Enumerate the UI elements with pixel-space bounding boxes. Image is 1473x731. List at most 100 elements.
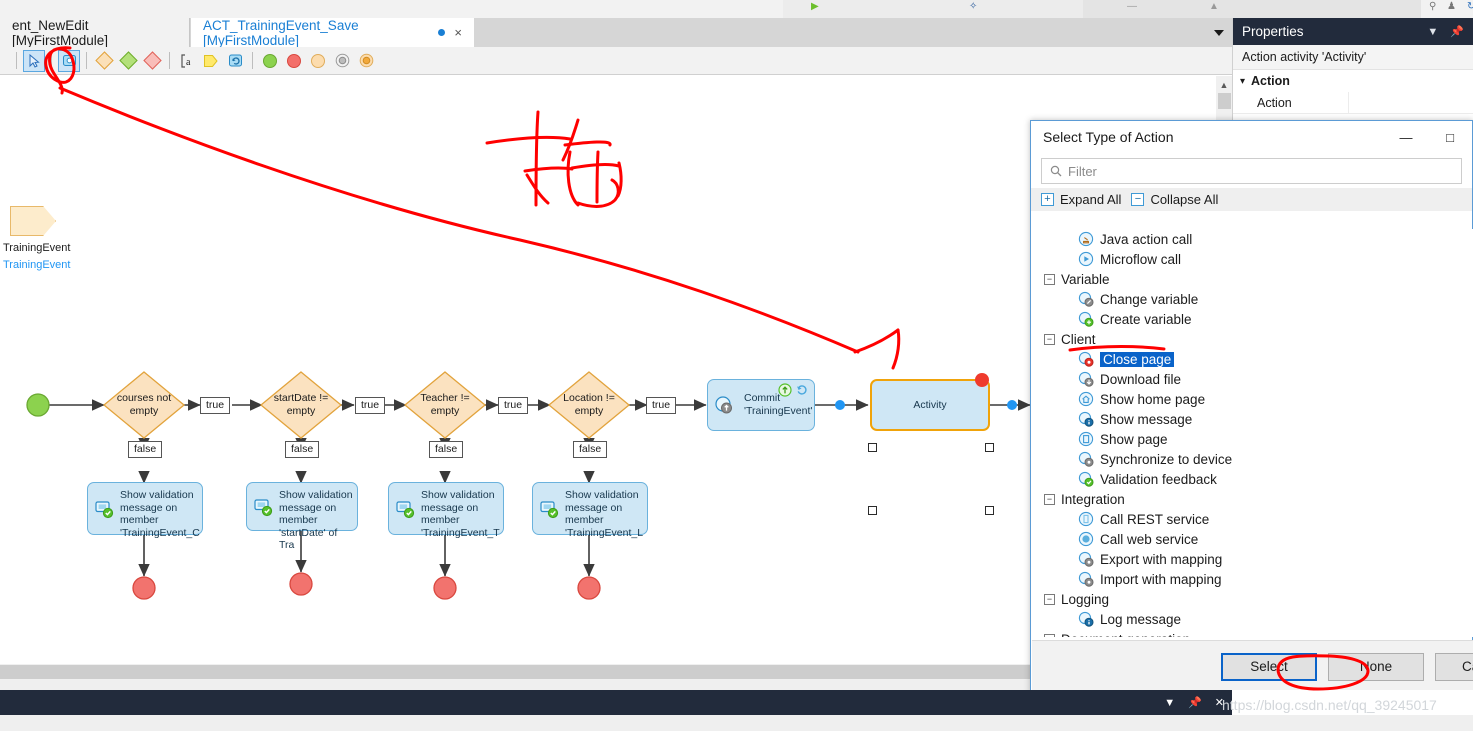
activity-rect-icon bbox=[62, 55, 76, 66]
tree-item-synchronize-to-device[interactable]: Synchronize to device bbox=[1032, 449, 1473, 469]
filter-input[interactable]: Filter bbox=[1041, 158, 1462, 184]
tree-item-label: Call REST service bbox=[1100, 511, 1210, 527]
error-event-tool-button[interactable] bbox=[355, 50, 377, 72]
action-type-tree[interactable]: Java action call Microflow call − Variable C… bbox=[1032, 229, 1473, 637]
parameter-tool-button[interactable] bbox=[200, 50, 222, 72]
cancel-button[interactable]: Cancel bbox=[1435, 652, 1473, 681]
minimize-icon[interactable]: — bbox=[1384, 121, 1428, 153]
download-file-icon bbox=[1078, 371, 1094, 387]
tree-group-client[interactable]: − Client bbox=[1032, 329, 1473, 349]
collapse-all-label[interactable]: Collapse All bbox=[1150, 192, 1218, 207]
properties-group-action[interactable]: ▾ Action bbox=[1233, 70, 1473, 92]
collapse-toggle-icon[interactable]: − bbox=[1044, 593, 1055, 605]
tree-group-logging[interactable]: − Logging bbox=[1032, 589, 1473, 609]
tab-act-trainingevent-save[interactable]: ACT_TrainingEvent_Save [MyFirstModule] × bbox=[191, 18, 474, 48]
collapse-toggle-icon[interactable]: − bbox=[1044, 273, 1055, 285]
collapse-toggle-icon[interactable]: − bbox=[1044, 333, 1055, 345]
select-type-of-action-dialog: Select Type of Action — □ Filter + Expan… bbox=[1030, 120, 1473, 694]
search-glyph-icon[interactable]: ⚲ bbox=[1429, 1, 1436, 12]
start-event-tool-button[interactable] bbox=[259, 50, 281, 72]
selection-handle[interactable] bbox=[868, 506, 877, 515]
app-toolbar-sliver: ▶ ✧ — ▲ ⚲ ♟ ↻ bbox=[0, 0, 1473, 18]
tree-item-label: Export with mapping bbox=[1100, 551, 1223, 567]
tree-item-download-file[interactable]: Download file bbox=[1032, 369, 1473, 389]
deploy-icon[interactable]: ▲ bbox=[1209, 1, 1219, 12]
decision-label-line2: empty bbox=[430, 405, 460, 417]
tree-item-export-with-mapping[interactable]: Export with mapping bbox=[1032, 549, 1473, 569]
chevron-down-icon[interactable]: ▼ bbox=[1427, 26, 1438, 38]
run-icon[interactable]: ▶ bbox=[811, 1, 819, 12]
tree-item-microflow-call[interactable]: Microflow call bbox=[1032, 249, 1473, 269]
scroll-up-icon[interactable]: ▲ bbox=[1216, 76, 1232, 93]
wrench-icon[interactable]: ✧ bbox=[969, 1, 977, 12]
expand-all-icon[interactable]: + bbox=[1041, 193, 1054, 206]
circle-orange-ring-icon bbox=[359, 53, 373, 68]
tree-item-show-page[interactable]: Show page bbox=[1032, 429, 1473, 449]
expand-all-label[interactable]: Expand All bbox=[1060, 192, 1121, 207]
tab-close-icon[interactable]: × bbox=[454, 26, 462, 39]
filter-placeholder-text: Filter bbox=[1068, 163, 1097, 179]
tree-item-close-page[interactable]: Close page bbox=[1032, 349, 1473, 369]
loop-tool-button[interactable] bbox=[224, 50, 246, 72]
activity-show-validation-teacher[interactable]: Show validation message on member 'Train… bbox=[388, 482, 504, 539]
tree-item-label: Show home page bbox=[1100, 391, 1206, 407]
collapse-toggle-icon[interactable]: − bbox=[1044, 633, 1055, 637]
merge-tool-button[interactable] bbox=[117, 50, 139, 72]
minus-icon[interactable]: — bbox=[1127, 1, 1137, 12]
chevron-down-icon[interactable]: ▼ bbox=[1164, 697, 1175, 709]
tab-act-trainingevent-newedit[interactable]: ent_NewEdit [MyFirstModule] bbox=[0, 18, 190, 48]
user-icon[interactable]: ♟ bbox=[1447, 1, 1456, 12]
annotation-tool-button[interactable]: a bbox=[176, 50, 198, 72]
none-button[interactable]: None bbox=[1328, 652, 1424, 681]
dialog-titlebar: Select Type of Action — □ bbox=[1031, 121, 1472, 153]
selection-handle[interactable] bbox=[985, 506, 994, 515]
tree-item-call-web-service[interactable]: Call web service bbox=[1032, 529, 1473, 549]
tree-item-import-with-mapping[interactable]: Import with mapping bbox=[1032, 569, 1473, 589]
properties-row-action[interactable]: Action bbox=[1233, 92, 1473, 114]
commit-object-icon bbox=[715, 396, 732, 414]
edge-label-false: false bbox=[285, 441, 320, 458]
tree-group-variable[interactable]: − Variable bbox=[1032, 269, 1473, 289]
tab-list-dropdown-button[interactable] bbox=[1205, 18, 1232, 47]
tree-item-show-home-page[interactable]: Show home page bbox=[1032, 389, 1473, 409]
activity-selected[interactable]: Activity bbox=[870, 379, 990, 431]
property-value[interactable] bbox=[1348, 92, 1473, 113]
validation-feedback-icon bbox=[95, 500, 114, 518]
tree-item-call-rest-service[interactable]: Call REST service bbox=[1032, 509, 1473, 529]
tree-group-document-generation[interactable]: − Document generation bbox=[1032, 629, 1473, 637]
scrollbar-thumb[interactable] bbox=[1218, 93, 1231, 109]
activity-commit-trainingevent[interactable]: Commit 'TrainingEvent' bbox=[707, 379, 815, 431]
pin-icon[interactable]: 📌 bbox=[1188, 696, 1202, 709]
pointer-tool-button[interactable] bbox=[23, 49, 45, 72]
decision-tool-button[interactable] bbox=[93, 50, 115, 72]
tree-item-validation-feedback[interactable]: Validation feedback bbox=[1032, 469, 1473, 489]
error-handler-tool-button[interactable] bbox=[141, 50, 163, 72]
break-event-tool-button[interactable] bbox=[331, 50, 353, 72]
tree-item-create-variable[interactable]: Create variable bbox=[1032, 309, 1473, 329]
microflow-editor-toolbar: a bbox=[0, 47, 1232, 75]
continue-event-tool-button[interactable] bbox=[307, 50, 329, 72]
selection-handle[interactable] bbox=[985, 443, 994, 452]
activity-show-validation-location[interactable]: Show validation message on member 'Train… bbox=[532, 482, 648, 539]
collapse-all-icon[interactable]: − bbox=[1131, 193, 1145, 206]
pin-icon[interactable]: 📌 bbox=[1450, 25, 1464, 38]
select-button[interactable]: Select bbox=[1221, 652, 1317, 681]
stop-event-tool-button[interactable] bbox=[283, 50, 305, 72]
activity-tool-button[interactable] bbox=[58, 49, 80, 72]
maximize-icon[interactable]: □ bbox=[1428, 121, 1472, 153]
tree-group-integration[interactable]: − Integration bbox=[1032, 489, 1473, 509]
decision-label-line1: courses not bbox=[116, 392, 172, 404]
activity-label: Show validation message on member 'Train… bbox=[565, 489, 644, 539]
collapse-toggle-icon[interactable]: − bbox=[1044, 493, 1055, 505]
tree-item-log-message[interactable]: Log message bbox=[1032, 609, 1473, 629]
sync-icon[interactable]: ↻ bbox=[1467, 1, 1473, 12]
selection-handle[interactable] bbox=[868, 443, 877, 452]
tree-item-java-action-call[interactable]: Java action call bbox=[1032, 229, 1473, 249]
activity-show-validation-startdate[interactable]: Show validation message on member 'start… bbox=[246, 482, 358, 551]
tree-item-label: Document generation bbox=[1061, 632, 1190, 638]
bottom-gap bbox=[0, 715, 1473, 731]
tree-item-change-variable[interactable]: Change variable bbox=[1032, 289, 1473, 309]
tree-item-label: Logging bbox=[1061, 591, 1110, 607]
activity-show-validation-courses[interactable]: Show validation message on member 'Train… bbox=[87, 482, 203, 539]
tree-item-show-message[interactable]: Show message bbox=[1032, 409, 1473, 429]
